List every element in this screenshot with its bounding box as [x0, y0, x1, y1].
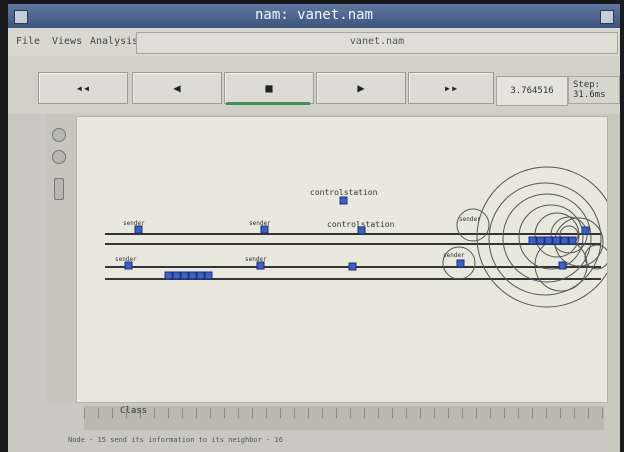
close-icon[interactable]: [600, 10, 614, 24]
vehicle-node[interactable]: [134, 225, 143, 234]
vehicle-node[interactable]: [204, 271, 213, 280]
transmission-range-group: [442, 166, 607, 308]
vehicle-node[interactable]: [348, 262, 357, 271]
network-canvas[interactable]: controlstation controlstation sender sen…: [76, 116, 608, 403]
slider-label: Class: [120, 406, 148, 416]
node-label: sender: [459, 216, 481, 223]
vehicle-node[interactable]: [456, 259, 465, 268]
topology-view: controlstation controlstation sender sen…: [105, 166, 607, 308]
zoom-out-icon[interactable]: [52, 150, 66, 164]
menu-analysis[interactable]: Analysis: [90, 36, 138, 47]
vehicle-node[interactable]: [552, 236, 561, 245]
active-button-indicator: [226, 102, 310, 105]
filename-field: vanet.nam: [136, 32, 618, 54]
play-icon: ▶: [357, 81, 365, 95]
range-circle: [584, 244, 607, 270]
menu-file[interactable]: File: [16, 36, 40, 47]
menu-views[interactable]: Views: [52, 36, 82, 47]
vehicle-node[interactable]: [568, 236, 577, 245]
title-bar: nam: vanet.nam: [8, 4, 620, 28]
vehicle-node[interactable]: [172, 271, 181, 280]
control-station-label: controlstation: [327, 220, 395, 229]
menu-bar: File Views Analysis vanet.nam: [8, 28, 620, 57]
stop-button[interactable]: ■: [224, 72, 314, 104]
play-button[interactable]: ▶: [316, 72, 406, 104]
rewind-icon: ◂◂: [75, 81, 91, 95]
vehicle-node[interactable]: [164, 271, 173, 280]
time-slider[interactable]: Class: [84, 406, 604, 430]
control-station-node[interactable]: [339, 196, 348, 205]
zoom-in-icon[interactable]: [52, 128, 66, 142]
fast-forward-button[interactable]: ▸▸: [408, 72, 494, 104]
step-back-button[interactable]: ◀: [132, 72, 222, 104]
vehicle-node[interactable]: [256, 261, 265, 270]
range-circle: [456, 208, 490, 242]
vehicle-node[interactable]: [544, 236, 553, 245]
window-title: nam: vanet.nam: [254, 7, 373, 23]
vehicle-node[interactable]: [528, 236, 537, 245]
vehicle-node[interactable]: [188, 271, 197, 280]
node-label: sender: [245, 256, 267, 263]
status-bar: Node - 15 send its information to its ne…: [68, 436, 283, 444]
vehicle-node[interactable]: [560, 236, 569, 245]
fast-forward-icon: ▸▸: [443, 81, 459, 95]
stop-icon: ■: [265, 81, 273, 95]
back-icon: ◀: [173, 81, 181, 95]
slider-ruler: [84, 408, 604, 418]
vehicle-node[interactable]: [536, 236, 545, 245]
node-label: sender: [123, 220, 145, 227]
vehicle-node[interactable]: [196, 271, 205, 280]
filename-label: vanet.nam: [349, 36, 405, 47]
vehicle-node[interactable]: [180, 271, 189, 280]
node-label: sender: [249, 220, 271, 227]
time-display: 3.764516: [496, 76, 568, 106]
rewind-button[interactable]: ◂◂: [38, 72, 128, 104]
scroll-handle-icon[interactable]: [54, 178, 64, 200]
control-station-label: controlstation: [310, 188, 378, 197]
node-label: sender: [443, 252, 465, 259]
node-label: sender: [115, 256, 137, 263]
vehicle-node[interactable]: [558, 261, 567, 270]
tool-sidebar: [46, 114, 74, 404]
step-display[interactable]: Step: 31.6ms: [568, 76, 620, 104]
vehicle-node[interactable]: [581, 226, 590, 235]
vehicle-node[interactable]: [260, 225, 269, 234]
vehicle-node[interactable]: [124, 261, 133, 270]
playback-controls: ◂◂ ◀ ■ ▶ ▸▸ 3.764516 Step: 31.6ms: [8, 56, 620, 114]
nam-window: nam: vanet.nam File Views Analysis vanet…: [8, 4, 620, 452]
